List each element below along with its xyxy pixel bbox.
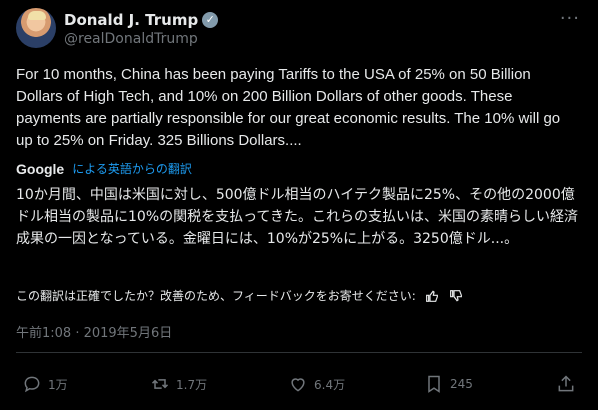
translation-attribution: Google による英語からの翻訳 xyxy=(16,160,192,177)
user-handle[interactable]: @realDonaldTrump xyxy=(64,31,198,47)
reply-icon xyxy=(24,376,40,393)
like-count: 6.4万 xyxy=(314,377,346,392)
translated-from-english-link[interactable]: による英語からの翻訳 xyxy=(72,160,192,177)
thumbs-up-icon[interactable] xyxy=(424,288,440,304)
retweet-icon xyxy=(151,379,169,389)
heart-icon xyxy=(291,378,305,392)
reply-count: 1万 xyxy=(48,377,68,392)
more-icon[interactable]: ··· xyxy=(560,8,580,29)
divider xyxy=(16,352,582,353)
translation-feedback: この翻訳は正確でしたか？改善のため、フィードバックをお寄せください: xyxy=(16,287,464,304)
google-logo: Google xyxy=(16,160,65,177)
like-button[interactable]: 6.4万 xyxy=(288,374,345,394)
bookmark-icon xyxy=(428,375,440,393)
verified-badge-icon[interactable]: ✓ xyxy=(202,12,219,28)
translated-text: 10か月間、中国は米国に対し、500億ドル相当のハイテク製品に25%、その他の2… xyxy=(16,187,578,247)
retweet-count: 1.7万 xyxy=(176,377,208,392)
feedback-prompt: この翻訳は正確でしたか？改善のため、フィードバックをお寄せください: xyxy=(16,289,416,303)
bookmark-button[interactable]: 245 xyxy=(424,374,473,394)
avatar[interactable] xyxy=(16,8,56,48)
share-button[interactable] xyxy=(556,374,576,394)
tweet-timestamp[interactable]: 午前1:08 · 2019年5月6日 xyxy=(16,322,172,341)
thumbs-down-icon[interactable] xyxy=(448,288,464,304)
action-bar: 1万 1.7万 6.4万 245 xyxy=(16,368,582,402)
author-row: Donald J. Trump ✓ xyxy=(64,10,219,30)
reply-button[interactable]: 1万 xyxy=(22,374,68,394)
bookmark-count: 245 xyxy=(450,377,473,391)
display-name[interactable]: Donald J. Trump xyxy=(64,11,198,29)
retweet-button[interactable]: 1.7万 xyxy=(150,374,207,394)
share-icon xyxy=(558,375,574,392)
tweet-text: For 10 months, China has been paying Tar… xyxy=(16,66,561,149)
